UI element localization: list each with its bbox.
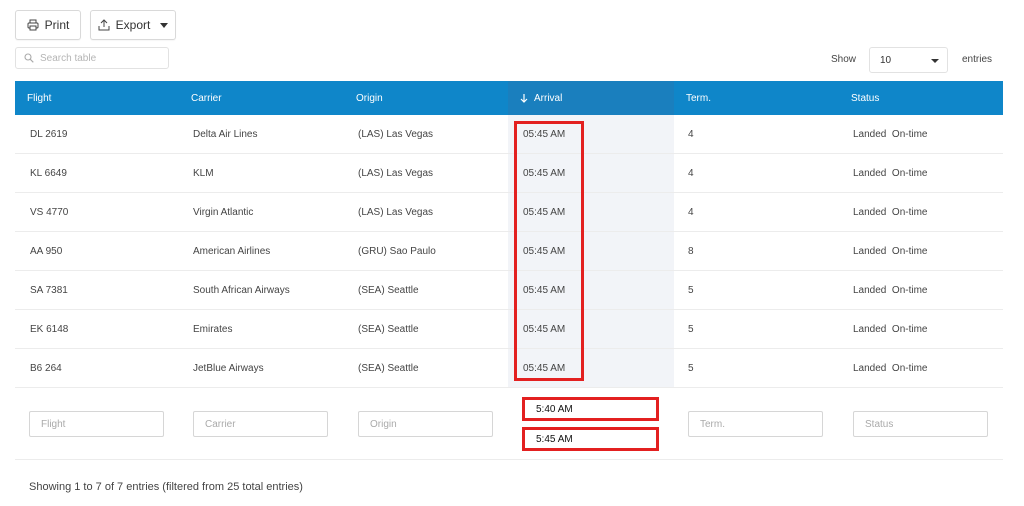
- column-header-status[interactable]: Status: [839, 81, 1003, 115]
- column-header-arrival[interactable]: Arrival: [508, 81, 674, 115]
- print-button[interactable]: Print: [15, 10, 81, 40]
- cell-origin: (SEA) Seattle: [358, 285, 419, 296]
- cell-flight: KL 6649: [30, 168, 67, 179]
- arrow-down-icon: [520, 94, 528, 103]
- filter-carrier-input[interactable]: [193, 411, 328, 437]
- table-info: Showing 1 to 7 of 7 entries (filtered fr…: [29, 481, 303, 493]
- column-header-carrier[interactable]: Carrier: [179, 81, 344, 115]
- search-box[interactable]: [15, 47, 169, 69]
- filter-arrival-from-input[interactable]: 5:40 AM: [522, 397, 659, 421]
- print-label: Print: [44, 18, 70, 32]
- filter-status-input[interactable]: [853, 411, 988, 437]
- cell-carrier: South African Airways: [193, 285, 290, 296]
- column-header-origin[interactable]: Origin: [344, 81, 508, 115]
- cell-term: 8: [688, 246, 694, 257]
- upload-icon: [98, 19, 110, 31]
- table-row[interactable]: VS 4770 Virgin Atlantic (LAS) Las Vegas …: [15, 193, 1003, 232]
- table-row[interactable]: AA 950 American Airlines (GRU) Sao Paulo…: [15, 232, 1003, 271]
- entries-label: entries: [962, 54, 993, 65]
- filter-arrival-to-input[interactable]: 5:45 AM: [522, 427, 659, 451]
- cell-carrier: Emirates: [193, 324, 233, 335]
- cell-carrier: KLM: [193, 168, 214, 179]
- cell-status: Landed On-time: [853, 246, 928, 257]
- cell-flight: DL 2619: [30, 129, 68, 140]
- cell-carrier: Delta Air Lines: [193, 129, 258, 140]
- search-input[interactable]: [40, 52, 160, 64]
- caret-down-icon: [160, 22, 169, 28]
- show-label: Show: [831, 54, 857, 65]
- cell-flight: SA 7381: [30, 285, 68, 296]
- cell-status: Landed On-time: [853, 129, 928, 140]
- cell-term: 4: [688, 207, 694, 218]
- export-label: Export: [115, 18, 151, 32]
- printer-icon: [27, 19, 39, 31]
- cell-origin: (LAS) Las Vegas: [358, 207, 434, 218]
- entries-select[interactable]: 10: [869, 47, 948, 73]
- cell-carrier: Virgin Atlantic: [193, 207, 254, 218]
- cell-term: 5: [688, 285, 694, 296]
- arrival-from-value: 5:40 AM: [536, 403, 573, 415]
- cell-term: 4: [688, 129, 694, 140]
- cell-origin: (GRU) Sao Paulo: [358, 246, 436, 257]
- cell-term: 4: [688, 168, 694, 179]
- cell-origin: (LAS) Las Vegas: [358, 168, 434, 179]
- arrival-to-value: 5:45 AM: [536, 433, 573, 445]
- cell-flight: B6 264: [30, 363, 62, 374]
- filter-origin-input[interactable]: [358, 411, 493, 437]
- column-header-term[interactable]: Term.: [674, 81, 839, 115]
- cell-flight: AA 950: [30, 246, 63, 257]
- cell-origin: (LAS) Las Vegas: [358, 129, 434, 140]
- table-row[interactable]: EK 6148 Emirates (SEA) Seattle 05:45 AM …: [15, 310, 1003, 349]
- table-row[interactable]: B6 264 JetBlue Airways (SEA) Seattle 05:…: [15, 349, 1003, 388]
- cell-carrier: JetBlue Airways: [193, 363, 264, 374]
- arrival-annotation-box: [514, 121, 584, 381]
- entries-select-value: 10: [880, 54, 892, 66]
- cell-term: 5: [688, 324, 694, 335]
- cell-status: Landed On-time: [853, 168, 928, 179]
- export-button[interactable]: Export: [90, 10, 176, 40]
- table-row[interactable]: SA 7381 South African Airways (SEA) Seat…: [15, 271, 1003, 310]
- column-header-flight[interactable]: Flight: [15, 81, 179, 115]
- search-icon: [24, 53, 34, 63]
- cell-origin: (SEA) Seattle: [358, 324, 419, 335]
- filter-flight-input[interactable]: [29, 411, 164, 437]
- cell-status: Landed On-time: [853, 363, 928, 374]
- caret-down-icon: [931, 59, 939, 63]
- cell-status: Landed On-time: [853, 207, 928, 218]
- cell-carrier: American Airlines: [193, 246, 271, 257]
- cell-term: 5: [688, 363, 694, 374]
- cell-origin: (SEA) Seattle: [358, 363, 419, 374]
- table-row[interactable]: KL 6649 KLM (LAS) Las Vegas 05:45 AM 4 L…: [15, 154, 1003, 193]
- cell-status: Landed On-time: [853, 324, 928, 335]
- filter-term-input[interactable]: [688, 411, 823, 437]
- cell-flight: VS 4770: [30, 207, 69, 218]
- cell-status: Landed On-time: [853, 285, 928, 296]
- table-header: Flight Carrier Origin Arrival Term. Stat…: [15, 81, 1003, 115]
- cell-flight: EK 6148: [30, 324, 69, 335]
- table-row[interactable]: DL 2619 Delta Air Lines (LAS) Las Vegas …: [15, 115, 1003, 154]
